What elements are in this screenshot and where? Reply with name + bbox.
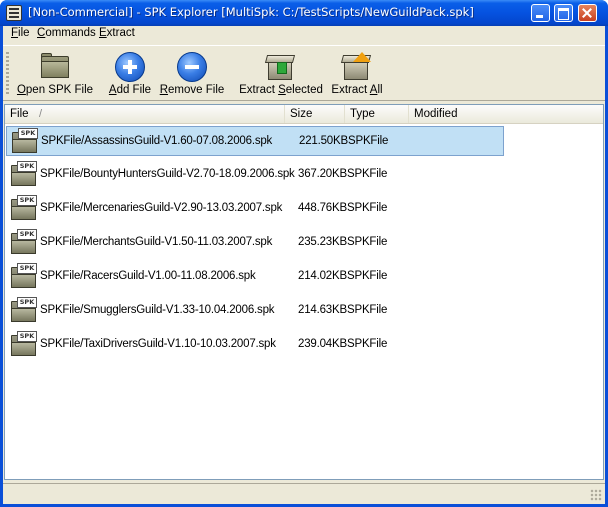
file-name: SPKFile/AssassinsGuild-V1.60-07.08.2006.… [41, 135, 273, 147]
file-size: 221.50KB [299, 135, 348, 147]
minimize-icon [532, 5, 549, 21]
spk-file-icon: SPK [10, 229, 38, 257]
list-item[interactable]: SPK SPKFile/MerchantsGuild-V1.50-11.03.20… [6, 228, 504, 258]
app-icon[interactable] [6, 5, 22, 21]
file-name: SPKFile/SmugglersGuild-V1.33-10.04.2006.… [40, 304, 275, 316]
title-bar[interactable]: [Non-Commercial] - SPK Explorer [MultiSp… [0, 0, 608, 26]
list-item[interactable]: SPK SPKFile/BountyHuntersGuild-V2.70-18.0… [6, 160, 504, 190]
spk-file-icon: SPK [10, 161, 38, 189]
toolbar-grip[interactable] [6, 52, 9, 96]
menu-commands[interactable]: Commands [37, 27, 96, 39]
open-spk-file-label: Open SPK File [16, 84, 94, 96]
spk-file-icon: SPK [10, 195, 38, 223]
file-name: SPKFile/TaxiDriversGuild-V1.10-10.03.200… [40, 338, 276, 350]
add-icon [114, 52, 146, 82]
menu-extract[interactable]: Extract [99, 27, 135, 39]
remove-file-label: Remove File [159, 84, 225, 96]
menu-bar: File Commands Extract [3, 26, 605, 43]
client-area: File Commands Extract Open SPK File Add … [3, 26, 605, 504]
toolbar: Open SPK File Add File Remove File Extra… [3, 45, 605, 101]
column-type[interactable]: Type [345, 105, 409, 123]
file-type: SPKFile [347, 202, 388, 214]
maximize-button[interactable] [554, 4, 573, 22]
spk-file-icon: SPK [11, 128, 39, 156]
column-file[interactable]: File / [5, 105, 285, 123]
file-size: 448.76KB [298, 202, 347, 214]
extract-selected-label: Extract Selected [239, 84, 323, 96]
file-size: 235.23KB [298, 236, 347, 248]
menu-commands-label: ommands [45, 27, 96, 39]
list-item[interactable]: SPK SPKFile/AssassinsGuild-V1.60-07.08.20… [6, 126, 504, 156]
column-size[interactable]: Size [285, 105, 345, 123]
column-size-label: Size [290, 108, 313, 120]
file-type: SPKFile [347, 168, 388, 180]
file-name: SPKFile/MerchantsGuild-V1.50-11.03.2007.… [40, 236, 273, 248]
column-modified-label: Modified [414, 108, 458, 120]
remove-file-button[interactable]: Remove File [159, 48, 225, 100]
column-type-label: Type [350, 108, 375, 120]
menu-file-label: ile [18, 27, 30, 39]
menu-extract-label: xtract [106, 27, 135, 39]
sort-indicator-icon: / [39, 108, 43, 120]
maximize-icon [555, 5, 572, 21]
file-name: SPKFile/MercenariesGuild-V2.90-13.03.200… [40, 202, 283, 214]
close-icon [579, 5, 596, 21]
menu-file[interactable]: File [11, 27, 30, 39]
file-type: SPKFile [347, 236, 388, 248]
resize-grip-icon[interactable] [590, 489, 602, 501]
spk-file-icon: SPK [10, 263, 38, 291]
spk-file-icon: SPK [10, 331, 38, 359]
file-size: 239.04KB [298, 338, 347, 350]
spk-file-icon: SPK [10, 297, 38, 325]
file-name: SPKFile/RacersGuild-V1.00-11.08.2006.spk [40, 270, 256, 282]
list-header: File / Size Type Modified [5, 105, 603, 124]
file-name: SPKFile/BountyHuntersGuild-V2.70-18.09.2… [40, 168, 295, 180]
list-item[interactable]: SPK SPKFile/RacersGuild-V1.00-11.08.2006.… [6, 262, 504, 292]
folder-icon [39, 52, 71, 82]
app-window: [Non-Commercial] - SPK Explorer [MultiSp… [0, 0, 608, 507]
minimize-button[interactable] [531, 4, 550, 22]
column-modified[interactable]: Modified [409, 105, 603, 123]
list-item[interactable]: SPK SPKFile/SmugglersGuild-V1.33-10.04.20… [6, 296, 504, 326]
add-file-label: Add File [108, 84, 152, 96]
close-button[interactable] [578, 4, 597, 22]
file-type: SPKFile [347, 270, 388, 282]
window-title: [Non-Commercial] - SPK Explorer [MultiSp… [28, 5, 474, 19]
column-file-label: File [10, 108, 29, 120]
file-size: 214.63KB [298, 304, 347, 316]
file-type: SPKFile [348, 135, 389, 147]
menu-file-accel: F [11, 27, 19, 39]
remove-icon [176, 52, 208, 82]
list-item[interactable]: SPK SPKFile/TaxiDriversGuild-V1.10-10.03.… [6, 330, 504, 360]
status-bar [3, 483, 605, 504]
extract-selected-button[interactable]: Extract Selected [239, 48, 323, 100]
file-type: SPKFile [347, 338, 388, 350]
extract-all-icon [340, 52, 373, 82]
extract-selected-icon [264, 52, 297, 82]
file-size: 214.02KB [298, 270, 347, 282]
open-spk-file-button[interactable]: Open SPK File [15, 48, 95, 100]
extract-all-button[interactable]: Extract All [330, 48, 384, 100]
file-type: SPKFile [347, 304, 388, 316]
extract-all-label: Extract All [331, 84, 383, 96]
add-file-button[interactable]: Add File [107, 48, 153, 100]
list-item[interactable]: SPK SPKFile/MercenariesGuild-V2.90-13.03.… [6, 194, 504, 224]
menu-extract-accel: E [99, 27, 107, 39]
file-size: 367.20KB [298, 168, 347, 180]
file-list[interactable]: File / Size Type Modified SPK SPKFile/Assa… [4, 104, 604, 480]
